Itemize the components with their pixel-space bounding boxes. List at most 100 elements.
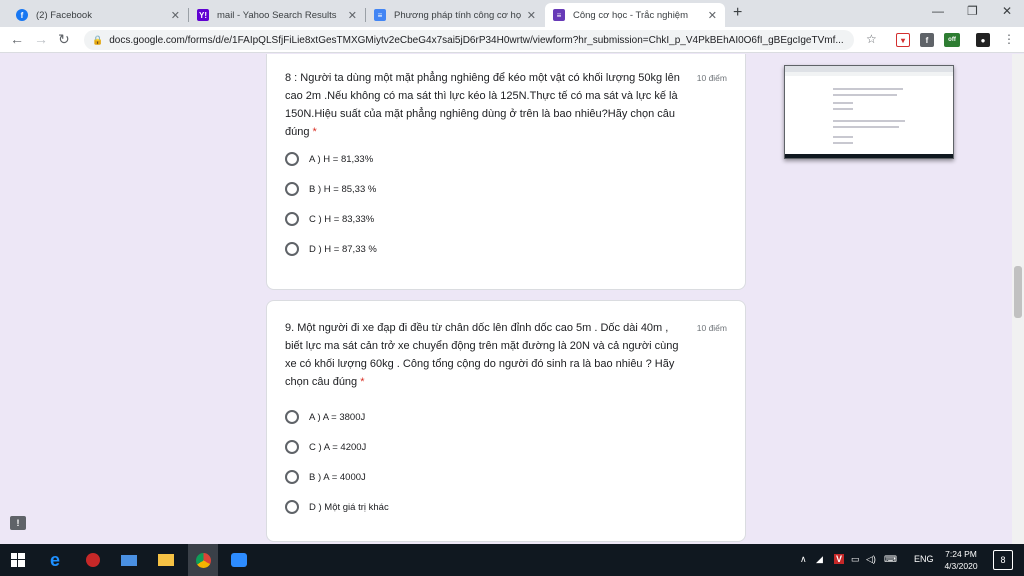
thumbnail-text-line [833,88,903,90]
option-a[interactable]: A ) A = 3800J [285,407,365,427]
address-bar[interactable]: 🔒 docs.google.com/forms/d/e/1FAIpQLSfjFi… [84,30,854,50]
close-tab-icon[interactable]: ✕ [171,9,180,22]
back-icon[interactable]: ← [10,31,24,47]
option-b[interactable]: B ) A = 4000J [285,467,366,487]
radio-button[interactable] [285,242,299,256]
points-label: 10 điểm [696,73,727,83]
notification-count: 8 [1000,555,1006,565]
volume-icon[interactable]: ◁) [866,554,876,565]
radio-button[interactable] [285,470,299,484]
extension-icon[interactable]: off [944,33,960,47]
page-scrollbar[interactable] [1012,54,1024,544]
option-d[interactable]: D ) Một giá trị khác [285,497,389,517]
clock-date: 4/3/2020 [944,561,978,571]
tab-title: mail - Yahoo Search Results [217,9,337,21]
close-window-button[interactable]: ✕ [1002,4,1012,18]
tab-title: (2) Facebook [36,9,92,21]
clock-time: 7:24 PM [945,549,977,559]
facebook-icon: f [16,9,28,21]
notification-center-icon[interactable]: 8 [993,550,1013,570]
question-text: 8 : Người ta dùng một mặt phẳng nghiêng … [285,69,685,141]
network-icon[interactable]: ▭ [851,554,860,565]
windows-start-icon[interactable] [9,552,27,568]
thumbnail-text-line [833,120,905,122]
option-b[interactable]: B ) H = 85,33 % [285,179,376,199]
docs-icon: ≡ [374,9,386,21]
browser-toolbar: ← → ↻ 🔒 docs.google.com/forms/d/e/1FAIpQ… [0,27,1024,53]
url-text: docs.google.com/forms/d/e/1FAIpQLSfjFiLi… [109,34,844,46]
facebook-extension-icon[interactable]: f [920,33,934,47]
option-label: B ) A = 4000J [309,471,366,483]
option-label: C ) H = 83,33% [309,213,375,225]
menu-kebab-icon[interactable]: ⋮ [1003,32,1015,46]
tab-forms[interactable]: ≡ Công cơ học - Trắc nghiệm ✕ [545,3,725,27]
mail-icon[interactable] [120,552,138,568]
wifi-icon[interactable]: ◢ [816,554,823,565]
feedback-icon[interactable]: ! [10,516,26,530]
radio-button[interactable] [285,182,299,196]
vpn-icon[interactable]: V [834,554,845,564]
option-label: D ) H = 87,33 % [309,243,377,255]
restore-button[interactable]: ❐ [967,4,978,18]
language-indicator[interactable]: ENG [914,554,934,564]
tray-expand-icon[interactable]: ∧ [800,554,807,565]
edge-icon[interactable]: e [46,550,64,570]
file-explorer-icon[interactable] [157,552,175,568]
system-clock[interactable]: 7:24 PM 4/3/2020 [940,548,982,572]
question-text: 9. Một người đi xe đạp đi đều từ chân dố… [285,319,685,391]
thumbnail-taskbar [785,154,953,158]
tab-docs[interactable]: ≡ Phương pháp tính công cơ học, t ✕ [366,3,544,27]
pocket-extension-icon[interactable]: ▾ [896,33,910,47]
option-c[interactable]: C ) A = 4200J [285,437,366,457]
chrome-icon[interactable] [194,552,212,568]
thumbnail-text-line [833,94,897,96]
radio-button[interactable] [285,212,299,226]
page-content: 8 : Người ta dùng một mặt phẳng nghiêng … [0,54,1024,544]
option-label: D ) Một giá trị khác [309,501,389,513]
thumbnail-text-line [833,142,853,144]
option-label: A ) H = 81,33% [309,153,374,165]
close-tab-icon[interactable]: ✕ [348,9,357,22]
radio-button[interactable] [285,152,299,166]
option-a[interactable]: A ) H = 81,33% [285,149,373,169]
radio-button[interactable] [285,410,299,424]
tab-title: Phương pháp tính công cơ học, t [394,9,521,21]
minimize-button[interactable]: — [932,4,944,18]
forward-icon[interactable]: → [34,31,48,47]
bookmark-star-icon[interactable]: ☆ [866,32,877,46]
question-body: 9. Một người đi xe đạp đi đều từ chân dố… [285,322,679,388]
option-label: C ) A = 4200J [309,441,367,453]
keyboard-icon[interactable]: ⌨ [884,554,897,565]
radio-button[interactable] [285,500,299,514]
close-tab-icon[interactable]: ✕ [708,9,717,22]
forms-icon: ≡ [553,9,565,21]
radio-button[interactable] [285,440,299,454]
tab-yahoo[interactable]: Y! mail - Yahoo Search Results ✕ [189,3,365,27]
thumbnail-addressbar [785,72,953,76]
scrollbar-thumb[interactable] [1014,266,1022,318]
option-label: A ) A = 3800J [309,411,366,423]
question-card-9: 9. Một người đi xe đạp đi đều từ chân dố… [266,300,746,542]
thumbnail-text-line [833,126,899,128]
required-marker: * [360,376,365,388]
off-badge: off [948,37,956,43]
thumbnail-text-line [833,136,853,138]
option-d[interactable]: D ) H = 87,33 % [285,239,377,259]
screenshot-thumbnail[interactable] [784,65,954,159]
option-c[interactable]: C ) H = 83,33% [285,209,374,229]
required-marker: * [312,126,317,138]
tab-facebook[interactable]: f (2) Facebook ✕ [8,3,188,27]
thumbnail-text-line [833,102,853,104]
zoom-icon[interactable] [230,552,248,568]
media-player-icon[interactable] [84,552,102,568]
tab-strip: f (2) Facebook ✕ Y! mail - Yahoo Search … [0,0,1024,27]
profile-avatar[interactable]: ● [976,33,990,47]
close-tab-icon[interactable]: ✕ [527,9,536,22]
thumbnail-text-line [833,108,853,110]
lock-icon: 🔒 [92,34,104,45]
reload-icon[interactable]: ↻ [58,31,70,48]
new-tab-button[interactable]: + [733,4,742,22]
yahoo-icon: Y! [197,9,209,21]
question-body: 8 : Người ta dùng một mặt phẳng nghiêng … [285,72,680,138]
points-label: 10 điểm [696,323,727,333]
